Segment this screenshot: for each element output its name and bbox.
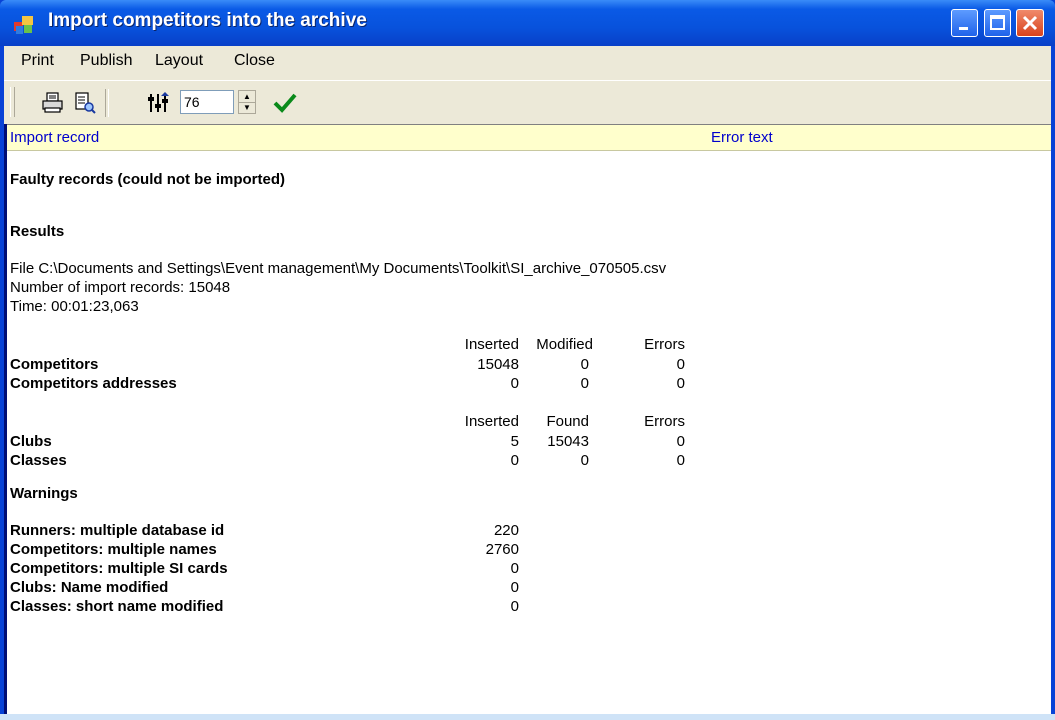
warning-value: 2760 (485, 541, 519, 558)
file-line: File C:\Documents and Settings\Event man… (10, 260, 667, 277)
column-header: Import record Error text (7, 124, 1051, 151)
print-preview-icon[interactable] (72, 91, 98, 115)
faulty-heading: Faulty records (could not be imported) (10, 171, 286, 188)
column-import-record[interactable]: Import record (10, 129, 99, 146)
report-panel: Import record Error text Faulty records … (4, 124, 1051, 720)
records-line: Number of import records: 15048 (10, 279, 231, 296)
menu-close[interactable]: Close (234, 52, 275, 70)
table2-cell: 0 (676, 433, 685, 450)
table1-header-modified: Modified (536, 336, 593, 353)
zoom-input[interactable]: 76 (180, 90, 234, 114)
window-bottom-edge (0, 714, 1055, 720)
menu-publish[interactable]: Publish (80, 52, 132, 70)
table1-cell: 0 (510, 375, 519, 392)
warnings-heading: Warnings (10, 485, 78, 502)
table2-cell: 0 (580, 452, 589, 469)
table2-header-errors: Errors (644, 413, 685, 430)
toolbar: 76 ▲ ▼ (4, 80, 1051, 123)
zoom-spinner[interactable]: ▲ ▼ (238, 90, 256, 114)
title-bar[interactable]: Import competitors into the archive (0, 0, 1055, 46)
table1-header-errors: Errors (644, 336, 685, 353)
warning-value: 220 (493, 522, 519, 539)
warning-label: Runners: multiple database id (10, 522, 225, 539)
table2-cell: 0 (676, 452, 685, 469)
table2-header-inserted: Inserted (464, 413, 519, 430)
warning-label: Competitors: multiple names (10, 541, 217, 558)
table2-cell: 0 (510, 452, 519, 469)
maximize-button[interactable] (984, 9, 1011, 37)
menu-bar: Print Publish Layout Close (4, 46, 1051, 76)
warning-label: Competitors: multiple SI cards (10, 560, 228, 577)
toolbar-grip[interactable] (10, 87, 15, 117)
warning-value: 0 (510, 598, 519, 615)
results-heading: Results (10, 223, 65, 240)
menu-print[interactable]: Print (21, 52, 54, 70)
table1-cell: 0 (580, 356, 589, 373)
column-error-text[interactable]: Error text (711, 129, 773, 146)
spin-down-icon[interactable]: ▼ (239, 102, 255, 113)
table2-cell: 5 (510, 433, 519, 450)
table1-cell: 0 (676, 375, 685, 392)
warning-label: Clubs: Name modified (10, 579, 169, 596)
table1-cell: 0 (676, 356, 685, 373)
print-icon[interactable] (40, 91, 66, 115)
menu-layout[interactable]: Layout (155, 52, 203, 70)
warning-value: 0 (510, 579, 519, 596)
table1-row-label: Competitors addresses (10, 375, 177, 392)
warning-value: 0 (510, 560, 519, 577)
checkmark-icon[interactable] (272, 91, 298, 115)
close-window-button[interactable] (1016, 9, 1044, 37)
table1-cell: 0 (580, 375, 589, 392)
minimize-button[interactable] (951, 9, 978, 37)
window-title: Import competitors into the archive (48, 10, 367, 31)
minimize-icon (959, 27, 968, 30)
close-icon (1022, 15, 1038, 31)
table1-cell: 15048 (477, 356, 519, 373)
table2-cell: 15043 (547, 433, 589, 450)
time-line: Time: 00:01:23,063 (10, 298, 139, 315)
warning-label: Classes: short name modified (10, 598, 224, 615)
maximize-icon (990, 15, 1005, 30)
report-content: Faulty records (could not be imported) R… (7, 149, 1051, 714)
table2-header-found: Found (546, 413, 589, 430)
table2-row-label: Classes (10, 452, 67, 469)
app-icon (14, 16, 33, 34)
table1-header-inserted: Inserted (464, 336, 519, 353)
table2-row-label: Clubs (10, 433, 52, 450)
toolbar-separator (105, 89, 109, 117)
table1-row-label: Competitors (10, 356, 99, 373)
settings-icon[interactable] (146, 91, 172, 115)
import-window: Import competitors into the archive Prin… (0, 0, 1055, 720)
